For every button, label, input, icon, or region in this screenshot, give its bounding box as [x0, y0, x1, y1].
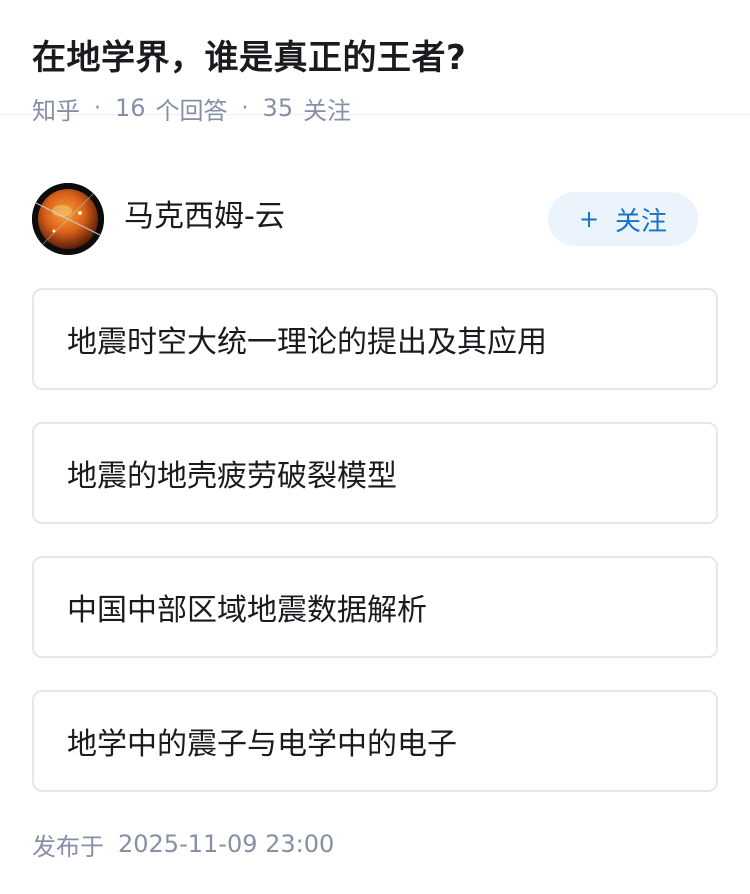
article-title: 地学中的震子与电学中的电子 — [67, 727, 457, 762]
author-name[interactable]: 马克西姆-云 — [124, 197, 285, 237]
question-meta: 知乎 · 16 个回答 · 35 关注 — [32, 90, 718, 126]
source-label[interactable]: 知乎 — [32, 91, 80, 126]
article-card[interactable]: 地震时空大统一理论的提出及其应用 — [32, 288, 718, 390]
article-card[interactable]: 地学中的震子与电学中的电子 — [32, 690, 718, 792]
followers-count: 35 — [262, 94, 294, 122]
follow-button[interactable]: + 关注 — [548, 192, 698, 246]
published-label: 发布于 — [32, 832, 104, 861]
article-title: 地震的地壳疲劳破裂模型 — [67, 459, 397, 494]
plus-icon: + — [578, 205, 600, 233]
published-time: 2025-11-09 23:00 — [118, 830, 335, 858]
meta-separator: · — [94, 95, 101, 121]
article-title: 中国中部区域地震数据解析 — [67, 593, 427, 628]
question-title[interactable]: 在地学界，谁是真正的王者? — [32, 36, 718, 80]
answers-label[interactable]: 个回答 — [156, 91, 228, 126]
publish-info: 发布于 2025-11-09 23:00 — [32, 826, 334, 862]
question-header: 在地学界，谁是真正的王者? 知乎 · 16 个回答 · 35 关注 — [0, 0, 750, 125]
followers-label[interactable]: 关注 — [303, 91, 351, 126]
planet-avatar-icon — [32, 183, 104, 255]
article-card[interactable]: 地震的地壳疲劳破裂模型 — [32, 422, 718, 524]
avatar[interactable] — [32, 183, 104, 255]
article-card[interactable]: 中国中部区域地震数据解析 — [32, 556, 718, 658]
follow-label: 关注 — [615, 206, 668, 237]
article-list: 地震时空大统一理论的提出及其应用 地震的地壳疲劳破裂模型 中国中部区域地震数据解… — [32, 288, 718, 824]
article-title: 地震时空大统一理论的提出及其应用 — [67, 325, 547, 360]
answers-count: 16 — [115, 94, 146, 122]
meta-separator: · — [241, 95, 249, 121]
author-row: 马克西姆-云 + 关注 — [32, 183, 718, 257]
